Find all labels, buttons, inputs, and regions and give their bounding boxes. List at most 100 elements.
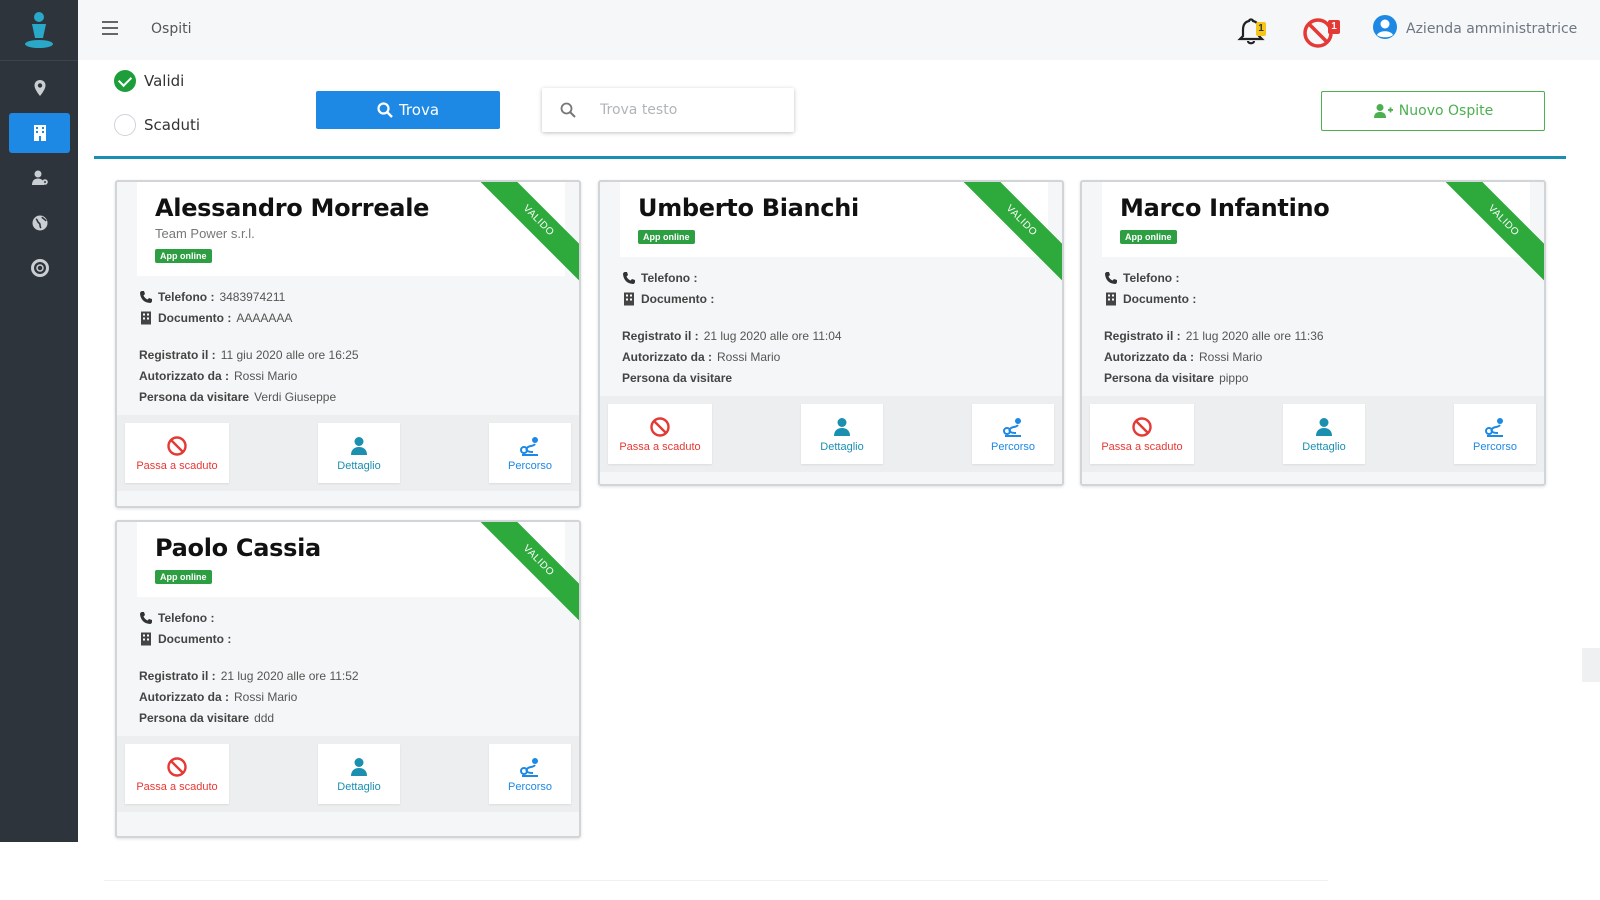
footer-divider — [104, 880, 1328, 881]
registered-row: Registrato il : 21 lug 2020 alle ore 11:0… — [622, 325, 1040, 346]
user-icon — [834, 417, 850, 436]
notifications-button[interactable]: 1 — [1236, 14, 1270, 48]
user-icon — [1316, 417, 1332, 436]
route-button[interactable]: Percorso — [489, 423, 571, 483]
valid-ribbon-label: VALIDO — [952, 182, 1062, 291]
registered-label: Registrato il : — [1104, 328, 1181, 343]
route-icon — [1003, 417, 1021, 437]
visiting-label: Persona da visitare — [1104, 370, 1215, 385]
document-value: AAAAAAA — [236, 310, 293, 325]
sidebar-item-guests[interactable] — [9, 113, 70, 153]
valid-ribbon-label: VALIDO — [469, 522, 579, 631]
ban-icon — [1132, 416, 1152, 437]
registered-value: 11 giu 2020 alle ore 16:25 — [220, 347, 359, 362]
ban-icon — [167, 756, 187, 777]
lifebuoy-icon — [30, 259, 49, 277]
route-icon — [520, 757, 538, 777]
guest-card: Umberto Bianchi App online VALIDO Telefo… — [598, 180, 1064, 486]
app-online-badge: App online — [1120, 230, 1177, 244]
valid-ribbon-label: VALIDO — [469, 182, 579, 291]
guest-card: Paolo Cassia App online VALIDO Telefono … — [115, 520, 581, 838]
document-label: Documento : — [158, 631, 232, 646]
search-field[interactable] — [542, 88, 794, 132]
sidebar-item-locations[interactable] — [9, 68, 70, 108]
new-guest-button[interactable]: Nuovo Ospite — [1321, 91, 1545, 131]
phone-label: Telefono : — [1123, 270, 1180, 285]
expire-button[interactable]: Passa a scaduto — [125, 744, 229, 804]
phone-label: Telefono : — [641, 270, 698, 285]
expire-label: Passa a scaduto — [1101, 440, 1183, 453]
sidebar-item-support[interactable] — [9, 248, 70, 288]
scrollbar-handle[interactable] — [1582, 648, 1600, 682]
detail-label: Dettaglio — [337, 780, 381, 793]
globe-icon — [32, 215, 47, 231]
visiting-label: Persona da visitare — [139, 389, 250, 404]
filter-valid-option[interactable]: Validi — [114, 70, 184, 92]
status-ribbon: VALIDO — [952, 182, 1062, 292]
visiting-row: Persona da visitare pippo — [1104, 367, 1522, 388]
radio-unchecked-icon[interactable] — [114, 114, 136, 136]
top-bar: Ospiti 1 1 Azienda amministratrice — [78, 0, 1600, 60]
expire-button[interactable]: Passa a scaduto — [1090, 404, 1194, 464]
registered-row: Registrato il : 21 lug 2020 alle ore 11:3… — [1104, 325, 1522, 346]
authorized-label: Autorizzato da : — [139, 689, 229, 704]
find-button[interactable]: Trova — [316, 91, 500, 129]
route-button[interactable]: Percorso — [1454, 404, 1536, 464]
registered-label: Registrato il : — [139, 347, 216, 362]
detail-label: Dettaglio — [820, 440, 864, 453]
detail-button[interactable]: Dettaglio — [1283, 404, 1365, 464]
detail-button[interactable]: Dettaglio — [318, 423, 400, 483]
detail-label: Dettaglio — [337, 459, 381, 472]
visiting-value: pippo — [1219, 370, 1249, 385]
user-name[interactable]: Azienda amministratrice — [1406, 21, 1577, 37]
authorized-value: Rossi Mario — [234, 689, 298, 704]
filter-expired-option[interactable]: Scaduti — [114, 114, 200, 136]
route-label: Percorso — [1472, 440, 1518, 453]
phone-label: Telefono : — [158, 289, 215, 304]
registered-label: Registrato il : — [139, 668, 216, 683]
route-button[interactable]: Percorso — [972, 404, 1054, 464]
document-building-icon — [141, 632, 151, 645]
app-online-badge: App online — [638, 230, 695, 244]
document-label: Documento : — [641, 291, 715, 306]
ban-icon — [650, 416, 670, 437]
sidebar-item-users[interactable] — [9, 158, 70, 198]
filter-valid-label: Validi — [144, 72, 185, 90]
authorized-value: Rossi Mario — [234, 368, 298, 383]
page-title: Ospiti — [151, 21, 192, 37]
guest-info: Telefono :3483974211 Documento : AAAAAAA … — [117, 276, 579, 407]
expire-button[interactable]: Passa a scaduto — [125, 423, 229, 483]
app-logo[interactable] — [22, 8, 56, 52]
route-icon — [1485, 417, 1503, 437]
expire-label: Passa a scaduto — [136, 459, 218, 472]
phone-value: 3483974211 — [219, 289, 286, 304]
radio-checked-icon[interactable] — [114, 70, 136, 92]
route-icon — [520, 436, 538, 456]
authorized-label: Autorizzato da : — [1104, 349, 1194, 364]
route-label: Percorso — [507, 780, 553, 793]
user-avatar-icon[interactable] — [1372, 14, 1398, 40]
guest-actions: Passa a scaduto Dettaglio Percorso — [117, 415, 579, 491]
expire-button[interactable]: Passa a scaduto — [608, 404, 712, 464]
authorized-label: Autorizzato da : — [139, 368, 229, 383]
user-icon — [351, 757, 367, 776]
sidebar-item-global[interactable] — [9, 203, 70, 243]
route-label: Percorso — [507, 459, 553, 472]
guest-card: Alessandro Morreale Team Power s.r.l. Ap… — [115, 180, 581, 508]
menu-toggle-icon[interactable] — [102, 21, 118, 35]
blocked-guests-button[interactable]: 1 — [1302, 14, 1346, 50]
search-icon — [560, 102, 576, 118]
ban-icon — [167, 435, 187, 456]
route-button[interactable]: Percorso — [489, 744, 571, 804]
find-button-label: Trova — [398, 101, 440, 119]
visiting-label: Persona da visitare — [622, 370, 733, 385]
search-input[interactable] — [600, 98, 780, 122]
map-marker-icon — [34, 80, 45, 96]
detail-button[interactable]: Dettaglio — [801, 404, 883, 464]
guest-actions: Passa a scaduto Dettaglio Percorso — [117, 736, 579, 812]
guest-card: Marco Infantino App online VALIDO Telefo… — [1080, 180, 1546, 486]
phone-icon — [623, 271, 635, 284]
document-label: Documento : — [1123, 291, 1197, 306]
registered-row: Registrato il : 11 giu 2020 alle ore 16:2… — [139, 344, 557, 365]
detail-button[interactable]: Dettaglio — [318, 744, 400, 804]
